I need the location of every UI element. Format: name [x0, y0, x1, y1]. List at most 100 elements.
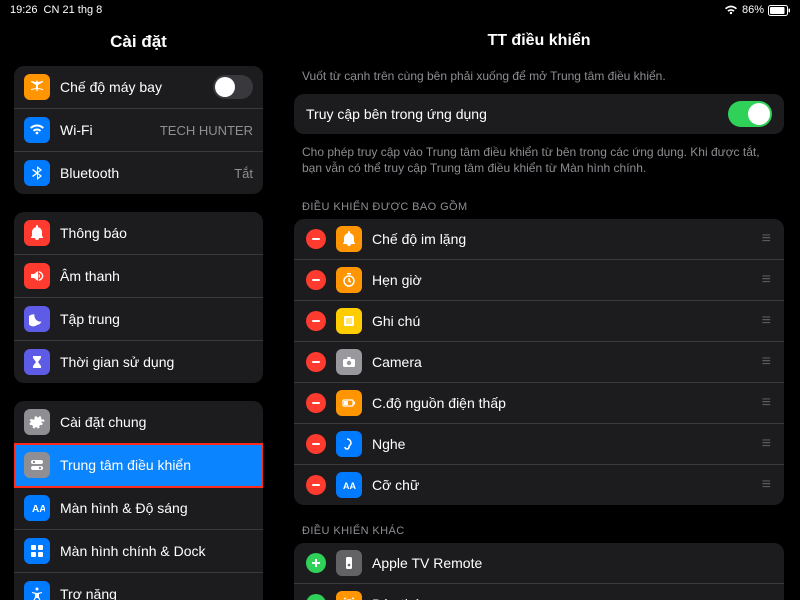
drag-handle[interactable]: ≡: [762, 394, 772, 412]
sidebar-item-control-center[interactable]: Trung tâm điều khiển: [14, 444, 263, 487]
sidebar-item-bluetooth[interactable]: Bluetooth Tắt: [14, 152, 263, 194]
status-time: 19:26: [10, 4, 38, 16]
in-app-label: Truy cập bên trong ứng dụng: [306, 106, 728, 122]
included-row-textsize[interactable]: AA Cỡ chữ ≡: [294, 465, 784, 505]
remove-icon[interactable]: [306, 229, 326, 249]
add-icon[interactable]: [306, 553, 326, 573]
included-row-hearing[interactable]: Nghe ≡: [294, 424, 784, 465]
included-row-timer[interactable]: Hẹn giờ ≡: [294, 260, 784, 301]
remove-icon[interactable]: [306, 352, 326, 372]
sidebar-item-notifications[interactable]: Thông báo: [14, 212, 263, 255]
bluetooth-value: Tắt: [234, 166, 253, 181]
sidebar-item-homescreen[interactable]: Màn hình chính & Dock: [14, 530, 263, 573]
switches-icon: [24, 452, 50, 478]
sound-label: Âm thanh: [60, 268, 253, 284]
remove-icon[interactable]: [306, 311, 326, 331]
included-row-notes[interactable]: Ghi chú ≡: [294, 301, 784, 342]
sidebar-item-accessibility[interactable]: Trợ năng: [14, 573, 263, 600]
battery-low-icon: [336, 390, 362, 416]
in-app-access-group: Truy cập bên trong ứng dụng: [294, 94, 784, 134]
timer-label: Hẹn giờ: [372, 272, 762, 288]
in-app-access-row[interactable]: Truy cập bên trong ứng dụng: [294, 94, 784, 134]
timer-icon: [336, 267, 362, 293]
gear-icon: [24, 409, 50, 435]
ear-icon: [336, 431, 362, 457]
in-app-toggle[interactable]: [728, 101, 772, 127]
hourglass-icon: [24, 349, 50, 375]
more-controls: Apple TV Remote Báo thức: [294, 543, 784, 600]
alarm-label: Báo thức: [372, 596, 772, 600]
accessibility-icon: [24, 581, 50, 600]
battery-icon: [768, 4, 790, 16]
airplane-toggle[interactable]: [213, 75, 253, 99]
textsize-icon: AA: [336, 472, 362, 498]
bluetooth-label: Bluetooth: [60, 165, 228, 181]
sidebar-item-display[interactable]: AA Màn hình & Độ sáng: [14, 487, 263, 530]
included-row-lowpower[interactable]: C.độ nguồn điện thấp ≡: [294, 383, 784, 424]
home-label: Màn hình chính & Dock: [60, 543, 253, 559]
included-header: ĐIỀU KHIỂN ĐƯỢC BAO GỒM: [278, 187, 800, 219]
access-label: Trợ năng: [60, 586, 253, 600]
display-label: Màn hình & Độ sáng: [60, 500, 253, 516]
sidebar-item-wifi[interactable]: Wi-Fi TECH HUNTER: [14, 109, 263, 152]
control-label: Trung tâm điều khiển: [60, 457, 253, 473]
remove-icon[interactable]: [306, 434, 326, 454]
wifi-icon: [724, 4, 738, 16]
silent-label: Chế độ im lặng: [372, 231, 762, 247]
drag-handle[interactable]: ≡: [762, 353, 772, 371]
status-date: CN 21 thg 8: [44, 4, 103, 16]
wifi-value: TECH HUNTER: [160, 123, 253, 138]
svg-text:AA: AA: [343, 481, 356, 491]
drag-handle[interactable]: ≡: [762, 435, 772, 453]
wifi-icon: [24, 117, 50, 143]
wifi-label: Wi-Fi: [60, 122, 154, 138]
focus-label: Tập trung: [60, 311, 253, 327]
battery-pct: 86%: [742, 4, 764, 16]
drag-handle[interactable]: ≡: [762, 312, 772, 330]
notes-icon: [336, 308, 362, 334]
remove-icon[interactable]: [306, 393, 326, 413]
included-row-camera[interactable]: Camera ≡: [294, 342, 784, 383]
included-row-silent[interactable]: Chế độ im lặng ≡: [294, 219, 784, 260]
sidebar-item-focus[interactable]: Tập trung: [14, 298, 263, 341]
notes-label: Ghi chú: [372, 313, 762, 329]
sidebar-item-screentime[interactable]: Thời gian sử dụng: [14, 341, 263, 383]
remove-icon[interactable]: [306, 475, 326, 495]
detail-title: TT điều khiển: [278, 24, 800, 64]
more-row-appletv[interactable]: Apple TV Remote: [294, 543, 784, 584]
drag-handle[interactable]: ≡: [762, 271, 772, 289]
alarm-icon: [336, 591, 362, 600]
lowpower-label: C.độ nguồn điện thấp: [372, 395, 762, 411]
speaker-icon: [24, 263, 50, 289]
included-controls: Chế độ im lặng ≡ Hẹn giờ ≡ Ghi chú ≡ Cam…: [294, 219, 784, 505]
settings-sidebar: Cài đặt Chế độ máy bay Wi-Fi TECH HUNTER…: [0, 0, 278, 600]
sidebar-title: Cài đặt: [0, 24, 277, 66]
in-app-info: Cho phép truy cập vào Trung tâm điều khi…: [278, 140, 800, 186]
remote-icon: [336, 550, 362, 576]
notifications-label: Thông báo: [60, 225, 253, 241]
sidebar-item-airplane[interactable]: Chế độ máy bay: [14, 66, 263, 109]
textsize-icon: AA: [24, 495, 50, 521]
sidebar-group-connectivity: Chế độ máy bay Wi-Fi TECH HUNTER Bluetoo…: [14, 66, 263, 194]
status-bar: 19:26 CN 21 thg 8 86%: [0, 0, 800, 20]
add-icon[interactable]: [306, 594, 326, 600]
sidebar-group-general: Cài đặt chung Trung tâm điều khiển AA Mà…: [14, 401, 263, 600]
moon-icon: [24, 306, 50, 332]
detail-pane: TT điều khiển Vuốt từ cạnh trên cùng bên…: [278, 0, 800, 600]
bell-off-icon: [336, 226, 362, 252]
drag-handle[interactable]: ≡: [762, 476, 772, 494]
sidebar-item-sound[interactable]: Âm thanh: [14, 255, 263, 298]
appletv-label: Apple TV Remote: [372, 555, 772, 571]
drag-handle[interactable]: ≡: [762, 230, 772, 248]
sidebar-group-alerts: Thông báo Âm thanh Tập trung Thời gian s…: [14, 212, 263, 383]
more-row-alarm[interactable]: Báo thức: [294, 584, 784, 600]
bell-icon: [24, 220, 50, 246]
bluetooth-icon: [24, 160, 50, 186]
screentime-label: Thời gian sử dụng: [60, 354, 253, 370]
remove-icon[interactable]: [306, 270, 326, 290]
sidebar-item-general[interactable]: Cài đặt chung: [14, 401, 263, 444]
more-header: ĐIỀU KHIỂN KHÁC: [278, 511, 800, 543]
textsize-label: Cỡ chữ: [372, 477, 762, 493]
airplane-label: Chế độ máy bay: [60, 79, 213, 95]
svg-text:AA: AA: [32, 504, 45, 515]
